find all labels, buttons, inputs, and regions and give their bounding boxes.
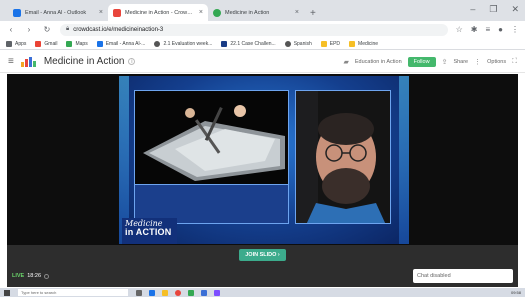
crowdcast-logo — [20, 56, 37, 67]
task-view-icon[interactable] — [136, 289, 142, 296]
bookmark-apps[interactable]: Apps — [6, 40, 26, 47]
options-button[interactable]: Options — [487, 59, 506, 65]
folder-icon — [320, 40, 327, 47]
header-actions: ▰ Education in Action Follow ⇪ Share ⋮ O… — [343, 56, 517, 67]
new-tab-button[interactable]: + — [304, 8, 322, 21]
join-slido-button[interactable]: JOIN SLIDO › — [239, 249, 286, 261]
bookmark-spanish[interactable]: Spanish — [284, 40, 312, 47]
outlook-favicon-icon — [13, 8, 21, 17]
speaker-image — [296, 91, 390, 223]
browser-toolbar: ‹ › ↻ 🔒︎ crowdcast.io/e/medicineinaction… — [0, 21, 525, 38]
outlook-icon — [96, 40, 103, 47]
live-indicator-icon — [44, 273, 49, 279]
globe-icon — [284, 40, 291, 47]
close-tab-icon[interactable]: × — [99, 9, 103, 16]
doc-icon — [221, 40, 228, 47]
app-icon[interactable] — [201, 289, 207, 296]
edge-icon[interactable] — [149, 289, 155, 296]
chrome-icon[interactable] — [175, 289, 181, 296]
share-icon[interactable]: ⇪ — [442, 58, 448, 66]
tab-medicine[interactable]: Medicine in Action × — [208, 4, 304, 21]
tab-label: Medicine in Action - Crowdcast — [125, 9, 195, 16]
video-feed-speaker — [295, 90, 391, 224]
bookmark-evaluation[interactable]: 2.1 Evaluation week... — [154, 40, 212, 47]
lock-icon: 🔒︎ — [66, 26, 70, 32]
taskbar-search-input[interactable]: Type here to search — [18, 289, 128, 296]
video-player[interactable]: Medicine in ACTION — [7, 74, 518, 245]
surgical-tray-image — [135, 91, 288, 184]
chat-input[interactable]: Chat disabled — [413, 269, 513, 283]
profile-icon[interactable]: ● — [498, 25, 503, 34]
browser-tab-strip: Email - Anna Al - Outlook × Medicine in … — [0, 0, 525, 21]
reading-list-icon[interactable]: ≡ — [485, 25, 490, 34]
gmail-icon — [35, 40, 42, 47]
tab-label: Medicine in Action — [225, 9, 270, 16]
tab-crowdcast[interactable]: Medicine in Action - Crowdcast × — [108, 4, 208, 21]
live-badge: LIVE — [12, 273, 25, 279]
watermark-block: in ACTION — [125, 227, 172, 237]
explorer-icon[interactable] — [162, 289, 168, 296]
extension-icon[interactable]: ✱ — [471, 25, 478, 34]
org-logo-icon: ▰ — [343, 58, 349, 66]
live-timer: 18:26 — [27, 273, 41, 279]
start-menu-icon[interactable] — [4, 289, 10, 296]
close-tab-icon[interactable]: × — [199, 9, 203, 16]
star-icon[interactable]: ☆ — [456, 25, 463, 34]
minimize-icon[interactable]: – — [470, 4, 475, 15]
bookmark-email[interactable]: Email - Anna Al-... — [96, 40, 145, 47]
stream-frame: Medicine in ACTION — [119, 76, 409, 244]
tab-outlook[interactable]: Email - Anna Al - Outlook × — [8, 4, 108, 21]
frame-accent-right — [399, 76, 409, 244]
bookmark-medicine[interactable]: Medicine — [349, 40, 378, 47]
app-icon[interactable] — [214, 289, 220, 296]
crowdcast-favicon-icon — [113, 8, 121, 17]
url-text: crowdcast.io/e/medicineinaction-3 — [73, 26, 164, 33]
bookmarks-bar: Apps Gmail Maps Email - Anna Al-... 2.1 … — [0, 38, 525, 50]
fullscreen-icon[interactable]: ⛶ — [512, 58, 517, 66]
options-icon[interactable]: ⋮ — [474, 58, 481, 66]
follow-button[interactable]: Follow — [407, 56, 436, 67]
tab-label: Email - Anna Al - Outlook — [25, 9, 87, 16]
bookmark-gmail[interactable]: Gmail — [35, 40, 57, 47]
menu-icon[interactable]: ⋮ — [511, 25, 519, 34]
hamburger-menu-icon[interactable]: ≡ — [8, 56, 14, 67]
close-tab-icon[interactable]: × — [295, 9, 299, 16]
live-status-bar: LIVE 18:26 Chat disabled — [7, 265, 518, 287]
procedure-video — [135, 91, 288, 184]
info-icon[interactable]: i — [128, 58, 136, 65]
bookmark-case-challenge[interactable]: 22.1 Case Challen... — [221, 40, 276, 47]
video-feed-procedure — [134, 90, 289, 224]
medicine-favicon-icon — [213, 8, 221, 17]
org-name[interactable]: Education in Action — [355, 59, 402, 65]
forward-icon[interactable]: › — [24, 25, 34, 34]
maps-icon — [66, 40, 73, 47]
medicine-in-action-watermark: Medicine in ACTION — [122, 218, 177, 244]
channel-title: Medicine in Action — [43, 56, 125, 67]
share-button[interactable]: Share — [453, 59, 468, 65]
folder-icon — [349, 40, 356, 47]
maximize-icon[interactable]: ❐ — [489, 4, 497, 15]
back-icon[interactable]: ‹ — [6, 25, 16, 34]
close-window-icon[interactable]: ✕ — [511, 4, 519, 15]
site-header: ≡ Medicine in Action i ▰ Education in Ac… — [0, 51, 525, 73]
taskbar-clock: 09:58 — [510, 290, 521, 295]
app-icon[interactable] — [188, 289, 194, 296]
bookmark-maps[interactable]: Maps — [66, 40, 88, 47]
toolbar-icons: ☆ ✱ ≡ ● ⋮ — [456, 25, 519, 34]
globe-icon — [154, 40, 161, 47]
taskbar-apps — [136, 289, 220, 296]
player-action-bar: JOIN SLIDO › — [7, 245, 518, 265]
os-taskbar: Type here to search 09:58 — [0, 288, 525, 297]
reload-icon[interactable]: ↻ — [42, 25, 52, 34]
window-controls: – ❐ ✕ — [470, 4, 519, 15]
address-bar[interactable]: 🔒︎ crowdcast.io/e/medicineinaction-3 — [60, 23, 448, 36]
bookmark-epd[interactable]: EPD — [320, 40, 340, 47]
apps-icon — [6, 40, 12, 47]
